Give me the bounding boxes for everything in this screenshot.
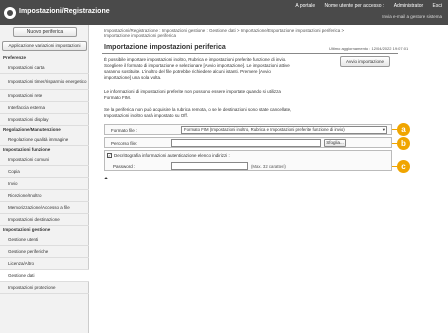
callout-a-badge: a — [397, 123, 410, 136]
auth-decrypt-row: ✓ Decrittografia informazioni autenticaz… — [104, 150, 392, 171]
page-title: Importazione impostazioni periferica — [104, 44, 226, 51]
sidebar-item[interactable]: Invio — [0, 178, 89, 190]
auth-decrypt-checkbox[interactable]: ✓ — [107, 153, 112, 158]
auth-decrypt-label: Decrittografia informazioni autenticazio… — [114, 153, 230, 158]
top-bar: Impostazioni/Registrazione A portale Nom… — [0, 0, 448, 25]
sidebar-category: Impostazioni funzione — [3, 147, 51, 152]
logout-link[interactable]: Esci — [433, 3, 442, 9]
login-user-label: Nome utente per accesso : — [324, 3, 385, 9]
apply-changes-button[interactable]: Applicazione variazioni impostazioni — [2, 41, 87, 51]
sidebar-item[interactable]: Impostazioni display — [0, 114, 89, 126]
chevron-down-icon: ▾ — [382, 127, 385, 132]
email-admin-link[interactable]: Invia e-mail a gestore sistema — [382, 14, 442, 19]
sidebar-category: Impostazioni gestione — [3, 227, 51, 232]
browse-button[interactable]: Sfoglia... — [324, 139, 346, 147]
sidebar-item[interactable]: Interfaccia esterna — [0, 102, 89, 114]
password-field[interactable] — [171, 162, 248, 170]
app-title: Impostazioni/Registrazione — [19, 8, 110, 15]
start-import-button[interactable]: Avvio importazione — [340, 56, 390, 67]
password-label: Password : — [113, 164, 136, 169]
file-format-label: Formato file : — [111, 128, 138, 133]
last-update-label: Ultimo aggiornamento : 12/04/2022 19:07:… — [329, 46, 409, 51]
file-format-row: Formato file : Formato FIM (Impostazioni… — [104, 124, 392, 135]
back-to-top-icon[interactable]: ⏶ — [104, 176, 108, 182]
sidebar-item[interactable]: Impostazioni rete — [0, 90, 89, 102]
main-content: Impostazioni/Registrazione : Impostazion… — [100, 25, 448, 333]
sidebar-item[interactable]: Ricezione/Inoltro — [0, 190, 89, 202]
sidebar-item[interactable]: Licenza/Altro — [0, 258, 89, 270]
app-logo-icon — [4, 7, 16, 19]
file-path-input[interactable] — [171, 139, 321, 147]
top-links: A portale Nome utente per accesso : Admi… — [287, 3, 442, 9]
sidebar-item[interactable]: Memorizzazione/Accesso a file — [0, 202, 89, 214]
sidebar-item[interactable]: Gestione utenti — [0, 234, 89, 246]
sidebar-item[interactable]: Gestione periferiche — [0, 246, 89, 258]
sidebar-item[interactable]: Gestione dati — [0, 270, 89, 282]
intro-paragraph: È possibile importare impostazioni inolt… — [104, 57, 290, 80]
file-format-value: Formato FIM (Impostazioni inoltro, Rubri… — [184, 127, 345, 132]
sidebar-nav: Preferenze Impostazioni carta Impostazioni… — [0, 54, 89, 294]
callout-c-badge: c — [397, 160, 410, 173]
sidebar-item[interactable]: Impostazioni carta — [0, 62, 89, 74]
sidebar-item[interactable]: Impostazioni comuni — [0, 154, 89, 166]
portal-link[interactable]: A portale — [295, 3, 315, 9]
title-divider — [102, 53, 398, 54]
sidebar-item[interactable]: Impostazioni destinazione — [0, 214, 89, 226]
sidebar-item[interactable]: Regolazione qualità immagine — [0, 134, 89, 146]
breadcrumb[interactable]: Impostazioni/Registrazione : Impostazion… — [104, 28, 370, 38]
sidebar-item[interactable]: Impostazioni timer/risparmio energetico — [0, 74, 89, 90]
callout-b-badge: b — [397, 137, 410, 150]
login-user-name: Administrator — [393, 3, 424, 9]
warning-paragraph: Se la periferica non può acquisire la ru… — [104, 107, 292, 118]
sidebar-item[interactable]: Copia — [0, 166, 89, 178]
sidebar: Nuovo periferica Applicazione variazioni… — [0, 25, 89, 333]
sidebar-category: Regolazione/Manutenzione — [3, 127, 61, 132]
sidebar-category: Preferenze — [3, 55, 27, 60]
new-device-button[interactable]: Nuovo periferica — [13, 27, 77, 37]
file-path-label: Percorso file: — [111, 141, 138, 146]
file-format-select[interactable]: Formato FIM (Impostazioni inoltro, Rubri… — [181, 126, 387, 134]
file-path-row: Percorso file: Sfoglia... — [104, 137, 392, 148]
auth-decrypt-option: ✓ Decrittografia informazioni autenticaz… — [107, 153, 230, 158]
sidebar-item[interactable]: Impostazioni protezione — [0, 282, 89, 294]
note-paragraph: Le informazioni di impostazioni preferit… — [104, 89, 281, 100]
password-hint: (Max. 32 caratteri) — [251, 164, 286, 169]
